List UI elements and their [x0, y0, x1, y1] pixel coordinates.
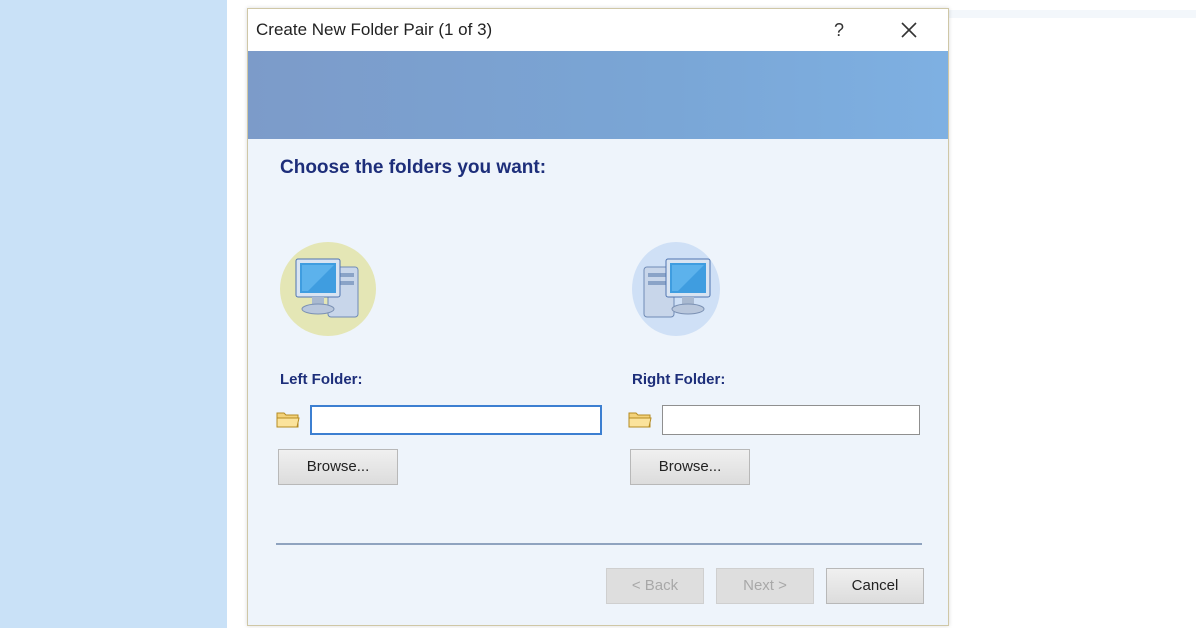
left-folder-path-input[interactable] — [310, 405, 602, 435]
left-computer-icon — [278, 237, 378, 337]
create-folder-pair-dialog: Create New Folder Pair (1 of 3) ? Choose… — [247, 8, 949, 626]
footer-separator — [276, 543, 922, 545]
help-button[interactable]: ? — [824, 15, 854, 45]
right-folder-label: Right Folder: — [632, 371, 726, 388]
next-button[interactable]: Next > — [716, 568, 814, 604]
right-folder-path-input[interactable] — [662, 405, 920, 435]
folder-icon — [276, 409, 300, 429]
background-strip — [948, 10, 1196, 18]
dialog-title: Create New Folder Pair (1 of 3) — [256, 20, 493, 39]
right-browse-button[interactable]: Browse... — [630, 449, 750, 485]
wizard-heading: Choose the folders you want: — [280, 157, 547, 178]
close-button[interactable] — [892, 15, 926, 45]
background-right-panel — [948, 0, 1196, 628]
wizard-banner — [248, 51, 948, 139]
left-browse-button[interactable]: Browse... — [278, 449, 398, 485]
right-computer-icon — [628, 237, 728, 337]
left-folder-label: Left Folder: — [280, 371, 363, 388]
cancel-button[interactable]: Cancel — [826, 568, 924, 604]
back-button[interactable]: < Back — [606, 568, 704, 604]
close-icon — [901, 22, 917, 38]
folder-icon — [628, 409, 652, 429]
dialog-titlebar: Create New Folder Pair (1 of 3) ? — [248, 9, 948, 51]
background-left-panel — [0, 0, 227, 628]
